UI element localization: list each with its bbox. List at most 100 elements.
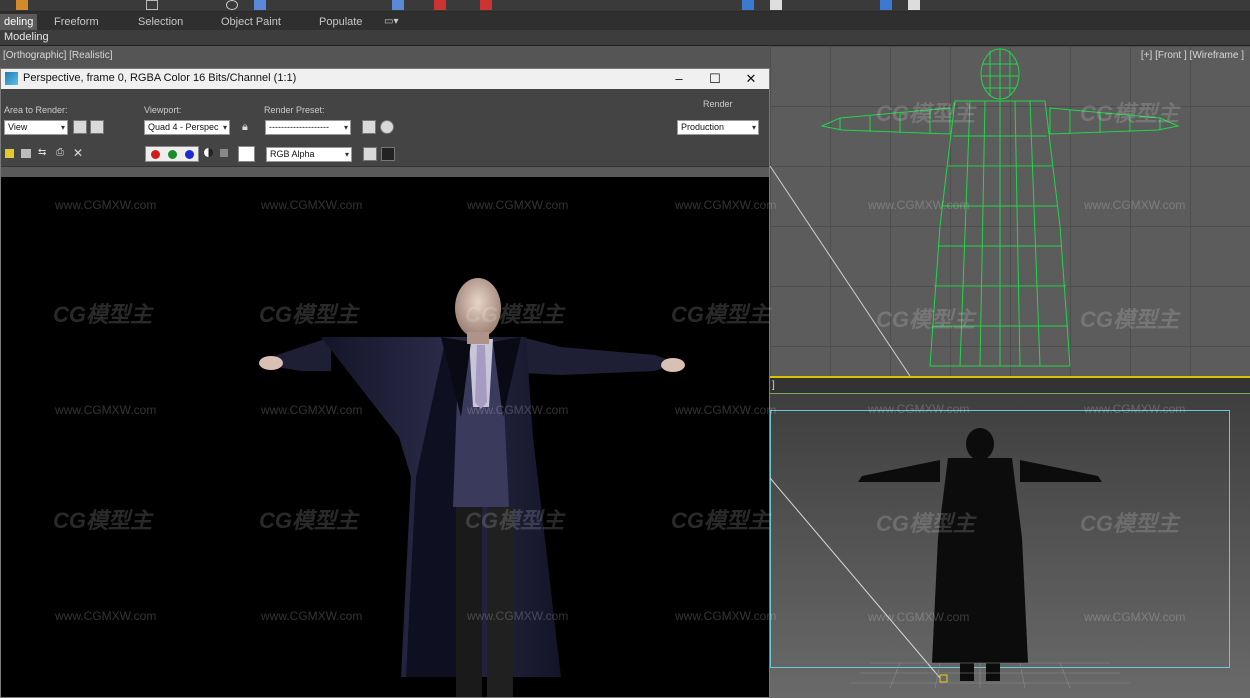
watermark-url: www.CGMXW.com	[868, 198, 970, 212]
lock-icon[interactable]: 🔒︎	[242, 121, 248, 134]
watermark-logo: CG模型主	[259, 508, 359, 533]
tab-object-paint[interactable]: Object Paint	[217, 14, 285, 30]
chevron-down-icon: ▾	[751, 123, 756, 132]
toggle-ui-icon[interactable]	[381, 147, 395, 161]
watermark-url: www.CGMXW.com	[467, 198, 569, 212]
toolbar-icon[interactable]	[16, 0, 28, 10]
viewport-top-left[interactable]: [Orthographic] [Realistic]	[0, 46, 770, 70]
area-to-render-value: View	[8, 122, 28, 132]
render-frame-window[interactable]: Perspective, frame 0, RGBA Color 16 Bits…	[0, 68, 776, 698]
edit-region-icon[interactable]	[73, 120, 87, 134]
display-channel-select[interactable]: RGB Alpha ▾	[266, 147, 352, 162]
clone-window-icon[interactable]: ⇆	[38, 147, 46, 158]
copy-image-icon[interactable]	[21, 149, 31, 158]
display-channel-value: RGB Alpha	[270, 149, 315, 159]
watermark-url: www.CGMXW.com	[675, 198, 777, 212]
curve-editor-icon[interactable]	[770, 0, 782, 10]
chevron-down-icon: ▾	[222, 123, 227, 132]
toggle-ui-overlay-icon[interactable]	[363, 147, 377, 161]
watermark-logo: CG模型主	[671, 302, 771, 327]
app-3dsmax-icon	[5, 72, 18, 85]
pivot-marker	[939, 674, 948, 683]
watermark-url: www.CGMXW.com	[1084, 198, 1186, 212]
minimize-button[interactable]: –	[661, 69, 697, 89]
color-swatch[interactable]	[238, 146, 255, 162]
viewport-select[interactable]: Quad 4 - Perspec ▾	[144, 120, 230, 135]
render-setup-icon[interactable]	[362, 120, 376, 134]
watermark-logo: CG模型主	[876, 511, 976, 536]
render-label: Render	[703, 99, 733, 109]
blue-channel-icon[interactable]	[185, 150, 194, 159]
watermark-url: www.CGMXW.com	[261, 403, 363, 417]
rotate-icon[interactable]	[226, 0, 238, 10]
watermark-url: www.CGMXW.com	[1084, 610, 1186, 624]
watermark-logo: CG模型主	[53, 302, 153, 327]
channel-toggle-group	[145, 146, 199, 162]
watermark-url: www.CGMXW.com	[261, 609, 363, 623]
render-window-titlebar[interactable]: Perspective, frame 0, RGBA Color 16 Bits…	[1, 69, 769, 89]
watermark-logo: CG模型主	[1080, 307, 1180, 332]
watermark-logo: CG模型主	[1080, 101, 1180, 126]
render-preset-value: --------------------	[269, 122, 329, 132]
ribbon-tabs: deling Freeform Selection Object Paint P…	[0, 12, 1250, 30]
render-preset-select[interactable]: -------------------- ▾	[265, 120, 351, 135]
render-preset-label: Render Preset:	[264, 105, 325, 115]
watermark-logo: CG模型主	[465, 508, 565, 533]
chevron-down-icon: ▾	[344, 150, 349, 159]
print-icon[interactable]: ⎙	[56, 147, 64, 158]
area-to-render-select[interactable]: View ▾	[4, 120, 68, 135]
watermark-logo: CG模型主	[876, 307, 976, 332]
watermark-logo: CG模型主	[465, 302, 565, 327]
ribbon-options-icon[interactable]: ▭▾	[384, 16, 398, 27]
clear-icon[interactable]: ✕	[73, 146, 83, 160]
tab-selection[interactable]: Selection	[134, 14, 187, 30]
snap-icon[interactable]	[392, 0, 404, 10]
watermark-url: www.CGMXW.com	[467, 403, 569, 417]
close-button[interactable]: ✕	[733, 69, 769, 89]
render-window-separator	[1, 167, 769, 177]
watermark-url: www.CGMXW.com	[675, 609, 777, 623]
render-controls: Area to Render: View ▾ Viewport: Quad 4 -…	[1, 89, 769, 167]
select-region-icon[interactable]	[146, 0, 158, 10]
render-icon[interactable]	[908, 0, 920, 10]
tab-freeform[interactable]: Freeform	[50, 14, 103, 30]
save-image-icon[interactable]	[5, 149, 14, 158]
environment-icon[interactable]	[380, 120, 394, 134]
render-setup-icon[interactable]	[880, 0, 892, 10]
red-channel-icon[interactable]	[151, 150, 160, 159]
watermark-url: www.CGMXW.com	[55, 198, 157, 212]
tab-populate[interactable]: Populate	[315, 14, 366, 30]
viewport-perspective[interactable]: ] www.CGMXW.com www.CGMXW.com CG模型主 CG模型…	[770, 378, 1250, 698]
watermark-url: www.CGMXW.com	[55, 609, 157, 623]
watermark-url: www.CGMXW.com	[467, 609, 569, 623]
viewport-label-top-left[interactable]: [Orthographic] [Realistic]	[3, 50, 113, 61]
watermark-url: www.CGMXW.com	[261, 198, 363, 212]
layers-icon[interactable]	[742, 0, 754, 10]
tab-modeling[interactable]: deling	[0, 14, 38, 30]
rendered-image: www.CGMXW.com www.CGMXW.com www.CGMXW.co…	[1, 177, 776, 697]
watermark-url: www.CGMXW.com	[868, 610, 970, 624]
viewport-value: Quad 4 - Perspec	[148, 122, 219, 132]
chevron-down-icon: ▾	[60, 123, 65, 132]
align-icon[interactable]	[480, 0, 492, 10]
area-to-render-label: Area to Render:	[4, 105, 68, 115]
maximize-button[interactable]: ☐	[697, 69, 733, 89]
render-window-title: Perspective, frame 0, RGBA Color 16 Bits…	[23, 72, 297, 84]
silhouette-figure	[770, 428, 1130, 689]
green-channel-icon[interactable]	[168, 150, 177, 159]
watermark-url: www.CGMXW.com	[675, 403, 777, 417]
watermark-logo: CG模型主	[259, 302, 359, 327]
main-toolbar	[0, 0, 1250, 12]
mirror-icon[interactable]	[434, 0, 446, 10]
view-icon[interactable]	[254, 0, 266, 10]
watermark-logo: CG模型主	[671, 508, 771, 533]
monochrome-icon[interactable]	[220, 149, 228, 157]
watermark-url: www.CGMXW.com	[868, 402, 970, 416]
auto-region-icon[interactable]	[90, 120, 104, 134]
alpha-channel-icon[interactable]	[204, 148, 213, 157]
watermark-logo: CG模型主	[1080, 511, 1180, 536]
watermark-logo: CG模型主	[53, 508, 153, 533]
watermark-url: www.CGMXW.com	[55, 403, 157, 417]
render-mode-select[interactable]: Production ▾	[677, 120, 759, 135]
watermark-logo: CG模型主	[876, 101, 976, 126]
